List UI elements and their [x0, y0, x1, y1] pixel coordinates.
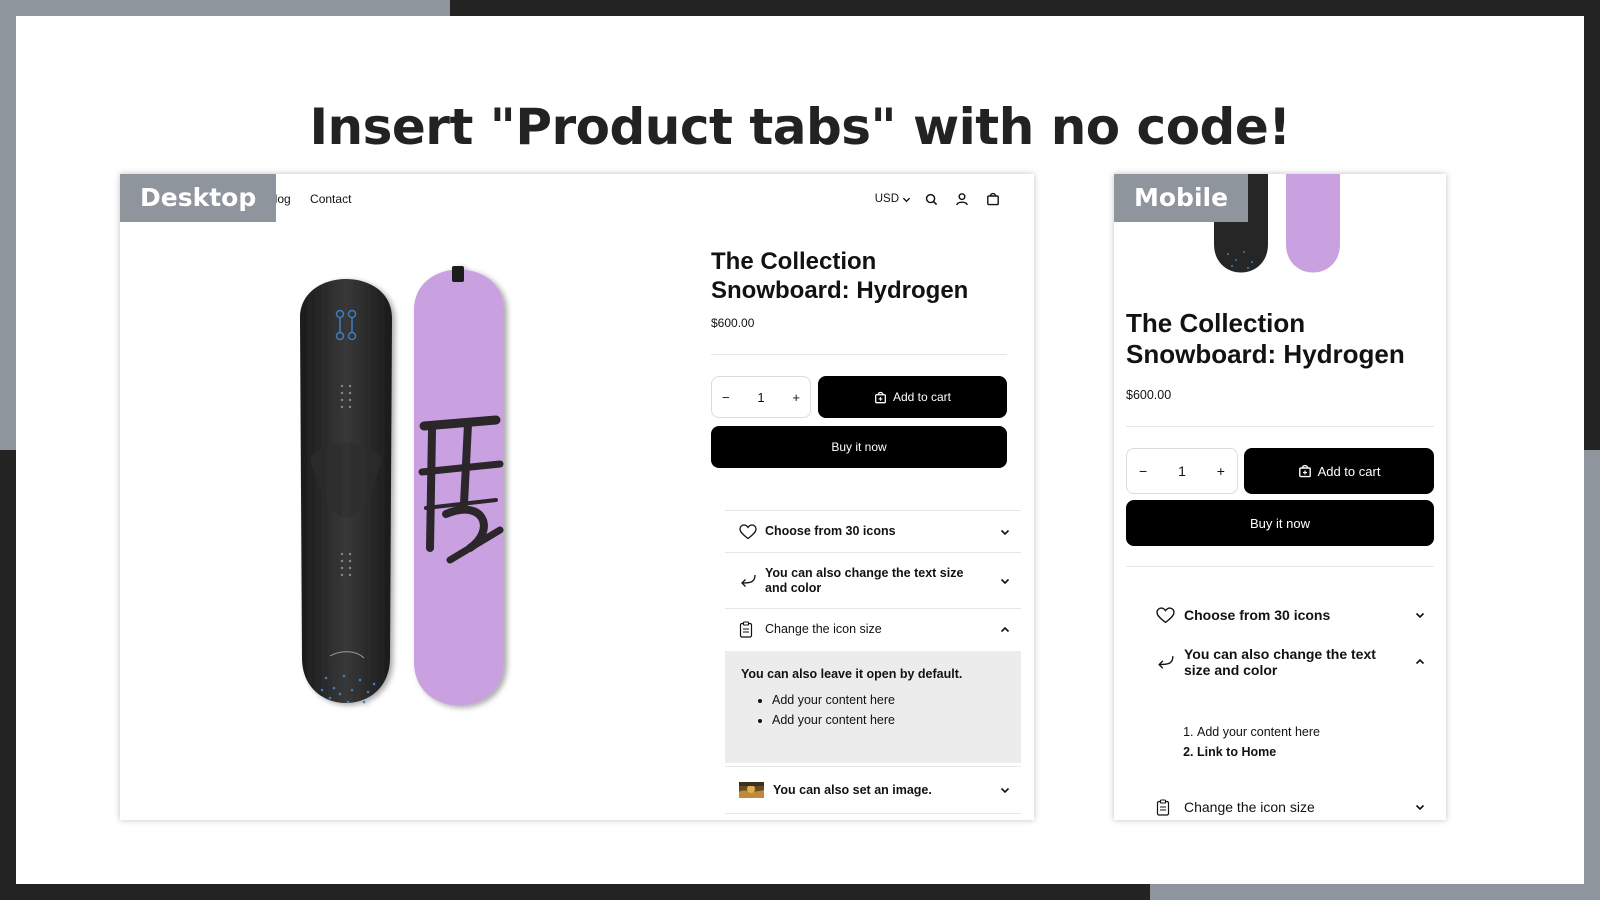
tab-text-size-color[interactable]: You can also change the text size and co…: [725, 552, 1021, 608]
tab-set-image[interactable]: You can also set an image.: [725, 766, 1021, 814]
increase-qty-button[interactable]: +: [1217, 463, 1225, 479]
list-item: Add your content here: [772, 713, 1005, 727]
home-link[interactable]: Link to Home: [1197, 742, 1320, 762]
product-image-snowboards[interactable]: [300, 258, 530, 718]
tab-label: Change the icon size: [1184, 798, 1315, 815]
buy-now-label: Buy it now: [1250, 515, 1310, 531]
product-title: The Collection Snowboard: Hydrogen: [1126, 308, 1405, 370]
cart-icon[interactable]: [986, 192, 1000, 206]
currency-label: USD: [874, 193, 899, 205]
tab-choose-icons[interactable]: Choose from 30 icons: [1136, 598, 1440, 632]
buy-now-label: Buy it now: [831, 440, 887, 454]
image-thumbnail-icon: [739, 782, 773, 798]
tab-content-list: Add your content here Add your content h…: [741, 693, 1005, 727]
add-to-cart-button[interactable]: Add to cart: [1244, 448, 1434, 494]
mobile-tag: Mobile: [1114, 174, 1249, 222]
tab-icon-size[interactable]: Change the icon size: [1136, 790, 1440, 824]
buy-now-button[interactable]: Buy it now: [711, 426, 1007, 468]
chevron-down-icon: [989, 785, 1021, 795]
tab-label: You can also change the text size and co…: [1184, 645, 1376, 678]
quantity-value[interactable]: 1: [757, 390, 764, 405]
decrease-qty-button[interactable]: −: [722, 390, 730, 405]
product-price: $600.00: [1126, 388, 1172, 402]
return-arrow-icon: [739, 573, 765, 589]
chevron-up-icon: [989, 625, 1021, 635]
divider: [711, 354, 1007, 355]
add-to-cart-label: Add to cart: [892, 390, 952, 404]
tab-label: You can also set an image.: [773, 782, 932, 797]
quantity-stepper[interactable]: − 1 +: [1126, 448, 1238, 494]
tab-text-size-color[interactable]: You can also change the text size and co…: [1136, 642, 1440, 682]
clipboard-icon: [739, 621, 765, 638]
tab-label: Choose from 30 icons: [1184, 606, 1331, 623]
list-item: Add your content here: [772, 693, 1005, 707]
tab-text-size-content: Add your content here Link to Home: [1197, 722, 1320, 762]
divider: [1126, 426, 1434, 427]
desktop-tag: Desktop: [120, 174, 277, 222]
heart-icon: [739, 523, 765, 540]
account-icon[interactable]: [952, 192, 972, 206]
decrease-qty-button[interactable]: −: [1139, 463, 1147, 479]
header-actions: USD: [875, 192, 1000, 206]
chevron-down-icon: [902, 197, 911, 202]
snowboard-purple: [414, 266, 504, 706]
heart-icon: [1156, 606, 1184, 624]
tab-label: Change the icon size: [765, 622, 882, 636]
return-arrow-icon: [1156, 654, 1184, 671]
list-item: Add your content here: [1197, 722, 1320, 742]
clipboard-icon: [1156, 798, 1184, 816]
increase-qty-button[interactable]: +: [792, 390, 800, 405]
search-icon[interactable]: [925, 193, 938, 206]
nav-contact-link[interactable]: Contact: [310, 192, 351, 206]
tab-label: You can also change the text size and co…: [765, 565, 964, 595]
tab-icon-size[interactable]: Change the icon size: [725, 608, 1021, 650]
snowboard-dark: [300, 279, 392, 704]
headline: Insert "Product tabs" with no code!: [309, 98, 1291, 156]
tab-icon-size-content: You can also leave it open by default. A…: [725, 651, 1021, 763]
chevron-down-icon: [989, 576, 1021, 586]
buy-now-button[interactable]: Buy it now: [1126, 500, 1434, 546]
add-to-cart-label: Add to cart: [1317, 463, 1381, 479]
quantity-value[interactable]: 1: [1178, 463, 1186, 479]
quantity-stepper[interactable]: − 1 +: [711, 376, 811, 418]
product-price: $600.00: [711, 316, 755, 330]
product-title: The Collection Snowboard: Hydrogen: [711, 248, 969, 304]
chevron-down-icon: [1400, 802, 1440, 812]
chevron-up-icon: [1400, 657, 1440, 667]
chevron-down-icon: [989, 527, 1021, 537]
chevron-down-icon: [1400, 610, 1440, 620]
bag-plus-icon: [1298, 464, 1311, 478]
tab-label: Choose from 30 icons: [765, 524, 896, 538]
bag-plus-icon: [875, 391, 886, 403]
divider: [1126, 566, 1434, 567]
currency-selector[interactable]: USD: [875, 193, 911, 205]
add-to-cart-button[interactable]: Add to cart: [818, 376, 1007, 418]
tab-choose-icons[interactable]: Choose from 30 icons: [725, 510, 1021, 552]
tab-content-heading: You can also leave it open by default.: [741, 667, 963, 681]
